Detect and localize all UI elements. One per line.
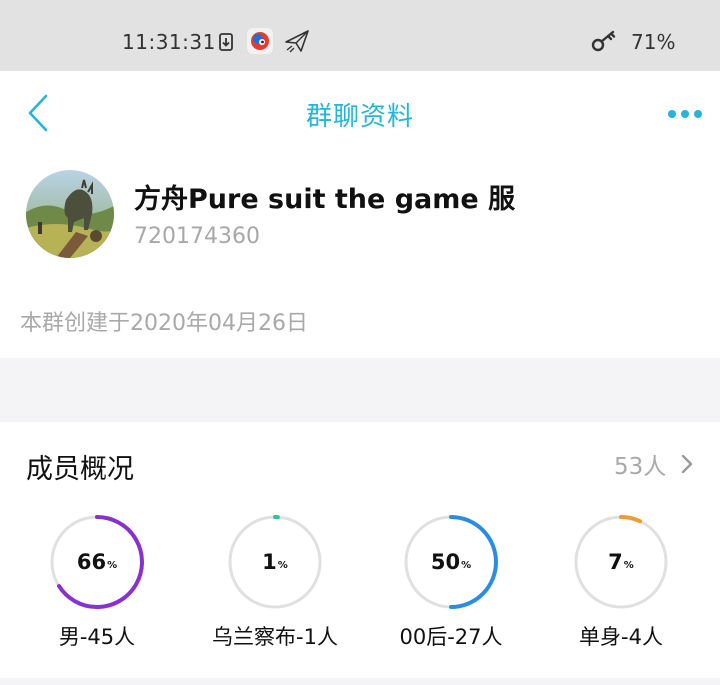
group-avatar[interactable]: [26, 170, 114, 258]
members-overview: 成员概况 53人 66% 男-45人 1% 乌兰察布-1人 50% 00后-27…: [0, 422, 720, 685]
percent-unit: %: [623, 559, 634, 571]
section-divider: [0, 358, 720, 422]
stat-percent: 7: [608, 550, 623, 574]
stat-label: 乌兰察布-1人: [212, 625, 338, 649]
stat-label: 男-45人: [58, 625, 136, 649]
stat-label: 00后-27人: [399, 625, 503, 649]
stat-percent: 1: [262, 550, 277, 574]
page-title: 群聊资料: [305, 102, 414, 132]
key-icon: [591, 30, 617, 56]
percent-unit: %: [107, 559, 118, 571]
stat-age[interactable]: 50% 00后-27人: [366, 514, 536, 651]
members-count-link[interactable]: 53人: [606, 444, 694, 484]
status-bar: 11:31:31 71%: [0, 0, 720, 71]
percent-unit: %: [277, 559, 288, 571]
stat-value: 66%: [12, 514, 182, 610]
nav-bar: 群聊资料: [0, 71, 720, 157]
stat-relationship[interactable]: 7% 单身-4人: [536, 514, 706, 651]
members-count: 53人: [614, 454, 667, 480]
stat-label: 单身-4人: [579, 625, 663, 649]
stat-percent: 50: [430, 550, 461, 574]
stat-value: 1%: [190, 514, 360, 610]
status-time: 11:31:31: [122, 30, 216, 54]
members-title: 成员概况: [26, 454, 134, 485]
stat-location[interactable]: 1% 乌兰察布-1人: [190, 514, 360, 651]
stat-gender[interactable]: 66% 男-45人: [12, 514, 182, 651]
bottom-divider: [0, 678, 720, 685]
group-header[interactable]: 方舟Pure suit the game 服 720174360: [0, 157, 720, 277]
group-name: 方舟Pure suit the game 服: [134, 184, 516, 215]
group-created-date: 本群创建于2020年04月26日: [20, 311, 308, 336]
download-icon: [219, 33, 233, 55]
more-button[interactable]: [664, 99, 708, 129]
app-icon: [247, 28, 273, 58]
chevron-right-icon: [682, 454, 693, 474]
group-id: 720174360: [134, 224, 260, 249]
stat-value: 7%: [536, 514, 706, 610]
stat-value: 50%: [366, 514, 536, 610]
battery-level: 71%: [631, 30, 676, 54]
more-dots-icon: [668, 110, 702, 118]
send-icon: [284, 28, 310, 58]
stat-percent: 66: [76, 550, 107, 574]
percent-unit: %: [461, 559, 472, 571]
